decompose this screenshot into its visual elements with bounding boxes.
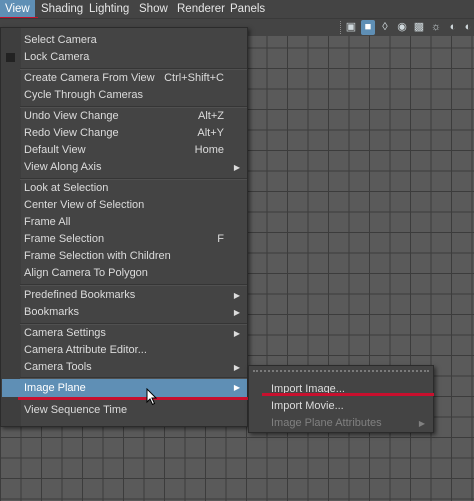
menu-show[interactable]: Show: [134, 0, 173, 18]
isolate-icon[interactable]: ◐: [462, 20, 474, 35]
menu-item-label: Camera Tools: [24, 361, 92, 373]
menu-shading[interactable]: Shading: [36, 0, 88, 18]
menu-renderer[interactable]: Renderer: [172, 0, 230, 18]
menu-item-label: Frame All: [24, 216, 71, 228]
menu-lighting[interactable]: Lighting: [84, 0, 134, 18]
menu-item-view-sequence-time[interactable]: View Sequence Time: [2, 402, 247, 419]
smooth-shade-icon[interactable]: ◉: [395, 20, 409, 35]
submenu-arrow-icon: ▶: [233, 363, 240, 372]
menu-item-label: Camera Attribute Editor...: [24, 344, 147, 356]
menu-item-image-plane-attributes: Image Plane Attributes ▶: [250, 415, 432, 432]
menu-item-shortcut: Home: [194, 144, 224, 156]
menu-item-align-camera-to-polygon[interactable]: Align Camera To Polygon: [2, 265, 247, 282]
menu-item-shortcut: F: [217, 233, 224, 245]
menu-item-image-plane[interactable]: Image Plane ▶: [2, 379, 247, 397]
menu-item-label: Image Plane: [24, 382, 86, 394]
mouse-cursor-icon: [146, 388, 158, 406]
menu-item-redo-view-change[interactable]: Redo View Change Alt+Y: [2, 125, 247, 142]
menu-item-label: Default View: [24, 144, 86, 156]
menu-item-camera-settings[interactable]: Camera Settings ▶: [2, 325, 247, 342]
menu-item-label: Undo View Change: [24, 110, 119, 122]
menu-item-frame-all[interactable]: Frame All: [2, 214, 247, 231]
menu-item-view-along-axis[interactable]: View Along Axis ▶: [2, 159, 247, 176]
menu-item-predefined-bookmarks[interactable]: Predefined Bookmarks ▶: [2, 287, 247, 304]
menu-item-shortcut: Alt+Z: [198, 110, 224, 122]
image-plane-submenu: Import Image... Import Movie... Image Pl…: [248, 365, 434, 433]
menu-item-label: Camera Settings: [24, 327, 106, 339]
menu-item-label: Align Camera To Polygon: [24, 267, 148, 279]
menu-item-label: Frame Selection with Children: [24, 250, 171, 262]
menu-item-label: Cycle Through Cameras: [24, 89, 144, 101]
tear-off-handle[interactable]: [253, 370, 429, 373]
menu-item-label: View Along Axis: [24, 161, 102, 173]
menu-item-bookmarks[interactable]: Bookmarks ▶: [2, 304, 247, 321]
import-image-annotation-underline: [262, 393, 434, 396]
textured-icon[interactable]: ▩: [412, 20, 426, 35]
menu-item-undo-view-change[interactable]: Undo View Change Alt+Z: [2, 108, 247, 125]
menu-item-camera-tools[interactable]: Camera Tools ▶: [2, 359, 247, 376]
menu-item-label: Create Camera From View: [24, 72, 155, 84]
menu-item-label: Bookmarks: [24, 306, 80, 318]
menu-separator: [20, 284, 247, 286]
menu-item-frame-selection-with-children[interactable]: Frame Selection with Children: [2, 248, 247, 265]
menu-item-label: Frame Selection: [24, 233, 105, 245]
menu-item-default-view[interactable]: Default View Home: [2, 142, 247, 159]
menu-bar: View Shading Lighting Show Renderer Pane…: [0, 0, 474, 18]
menu-item-shortcut: Alt+Y: [197, 127, 224, 139]
submenu-arrow-icon: ▶: [233, 329, 240, 338]
menu-item-label: Image Plane Attributes: [271, 417, 382, 429]
image-plane-annotation-underline: [18, 397, 251, 400]
menu-item-select-camera[interactable]: Select Camera: [2, 32, 247, 49]
menu-item-look-at-selection[interactable]: Look at Selection: [2, 180, 247, 197]
menu-item-label: Center View of Selection: [24, 199, 145, 211]
menu-item-label: Lock Camera: [24, 51, 90, 63]
view-dropdown-menu: Select Camera Lock Camera Create Camera …: [0, 27, 248, 427]
menu-item-lock-camera[interactable]: Lock Camera: [2, 49, 247, 66]
menu-item-label: Look at Selection: [24, 182, 109, 194]
filmgate-icon[interactable]: ■: [361, 20, 375, 35]
menu-item-frame-selection[interactable]: Frame Selection F: [2, 231, 247, 248]
menu-item-label: Select Camera: [24, 34, 97, 46]
menu-item-cycle-through-cameras[interactable]: Cycle Through Cameras: [2, 87, 247, 104]
submenu-arrow-icon: ▶: [418, 419, 425, 428]
wireframe-icon[interactable]: ◊: [378, 20, 392, 35]
menu-panels[interactable]: Panels: [225, 0, 270, 18]
shadows-icon[interactable]: ◐: [446, 20, 460, 35]
submenu-arrow-icon: ▶: [233, 383, 240, 392]
menu-item-create-camera-from-view[interactable]: Create Camera From View Ctrl+Shift+C: [2, 70, 247, 87]
menu-item-camera-attribute-editor[interactable]: Camera Attribute Editor...: [2, 342, 247, 359]
submenu-arrow-icon: ▶: [233, 163, 240, 172]
menu-view[interactable]: View: [0, 0, 35, 18]
menu-item-label: Import Movie...: [271, 400, 344, 412]
menu-item-label: Predefined Bookmarks: [24, 289, 136, 301]
toolbar-separator: [340, 21, 342, 34]
menu-item-label: View Sequence Time: [24, 404, 128, 416]
submenu-arrow-icon: ▶: [233, 308, 240, 317]
camera-select-icon[interactable]: ▣: [344, 20, 358, 35]
submenu-arrow-icon: ▶: [233, 291, 240, 300]
menu-item-label: Redo View Change: [24, 127, 119, 139]
menu-item-center-view-of-selection[interactable]: Center View of Selection: [2, 197, 247, 214]
menu-item-shortcut: Ctrl+Shift+C: [164, 72, 224, 84]
lighting-icon[interactable]: ☼: [429, 20, 443, 35]
menu-item-import-movie[interactable]: Import Movie...: [250, 398, 432, 415]
